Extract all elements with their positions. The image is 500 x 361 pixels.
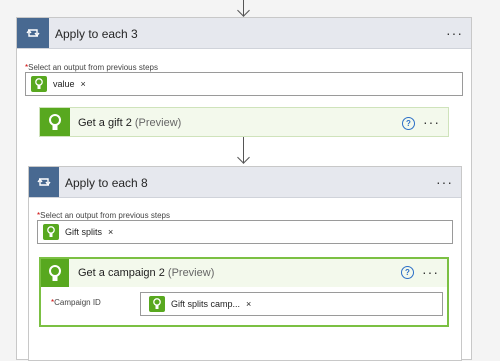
select-output-field[interactable]: Gift splits × [37,220,453,244]
help-icon[interactable]: ? [402,117,415,130]
select-output-label: *Select an output from previous steps [25,63,158,72]
loop-title: Apply to each 8 [65,176,148,190]
more-options-button[interactable]: ··· [446,26,463,40]
token-label: Gift splits camp... [171,299,241,309]
get-a-campaign-2-card[interactable]: Get a campaign 2 (Preview) ? ··· *Campai… [39,257,449,327]
select-output-field[interactable]: value × [25,72,463,96]
loop-title: Apply to each 3 [55,27,138,41]
gift-splits-token[interactable]: Gift splits × [43,221,113,243]
campaign-id-label: *Campaign ID [51,298,101,307]
remove-token-button[interactable]: × [81,79,86,89]
remove-token-button[interactable]: × [108,227,113,237]
select-output-label: *Select an output from previous steps [37,211,170,220]
campaign-id-field[interactable]: Gift splits camp... × [140,292,443,316]
more-options-button[interactable]: ··· [422,265,439,279]
value-token[interactable]: value × [31,73,86,95]
arrow-down-icon [237,4,250,17]
apply-to-each-3-header[interactable]: Apply to each 3 ··· [17,18,471,49]
apply-to-each-8-header[interactable]: Apply to each 8 ··· [29,167,461,198]
plug-icon [43,224,59,240]
arrow-down-icon [237,151,250,164]
apply-to-each-3-card: Apply to each 3 ··· *Select an output fr… [16,17,472,361]
get-a-gift-2-card[interactable]: Get a gift 2 (Preview) ? ··· [39,107,449,137]
apply-to-each-8-card: Apply to each 8 ··· *Select an output fr… [28,166,462,361]
more-options-button[interactable]: ··· [436,175,453,189]
remove-token-button[interactable]: × [246,299,251,309]
plug-icon [41,259,69,287]
loop-icon [17,18,49,48]
help-icon[interactable]: ? [401,266,414,279]
action-title: Get a gift 2 (Preview) [78,117,182,129]
action-header[interactable]: Get a campaign 2 (Preview) ? ··· [41,259,447,287]
more-options-button[interactable]: ··· [423,115,440,129]
token-label: value [53,79,75,89]
plug-icon [40,108,70,136]
token-label: Gift splits [65,227,103,237]
gift-splits-campaign-token[interactable]: Gift splits camp... × [149,293,251,315]
loop-icon [29,167,59,197]
action-title: Get a campaign 2 (Preview) [78,267,215,279]
plug-icon [31,76,47,92]
plug-icon [149,296,165,312]
